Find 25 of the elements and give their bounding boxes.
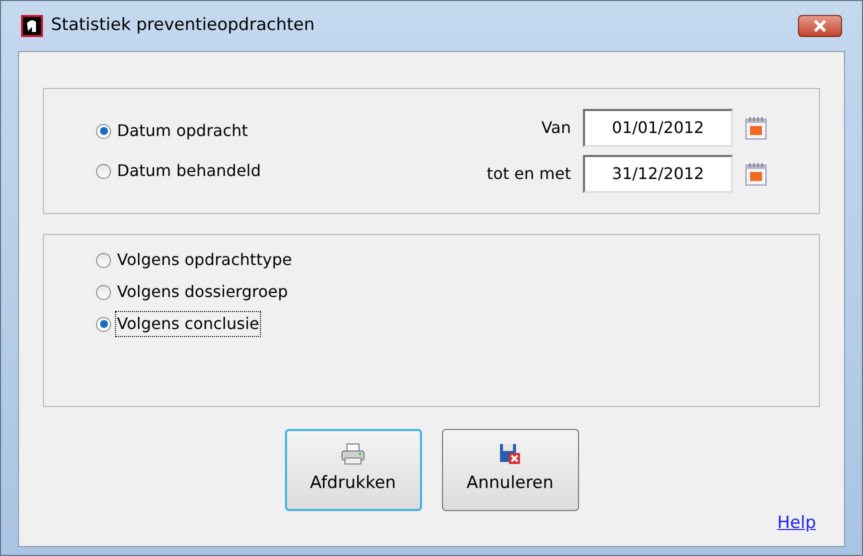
radio-label: Datum behandeld xyxy=(116,160,262,182)
radio-label: Datum opdracht xyxy=(116,120,249,142)
date-field[interactable]: 01/01/2012 xyxy=(583,109,733,147)
window-title: Statistiek preventieopdrachten xyxy=(51,14,315,38)
radio-button[interactable] xyxy=(96,164,111,178)
calendar-icon[interactable] xyxy=(745,162,767,186)
close-icon xyxy=(813,20,827,32)
field-label: tot en met xyxy=(486,163,571,185)
help-link[interactable]: Help xyxy=(777,510,816,536)
radio-button[interactable] xyxy=(96,284,111,300)
cancel-button[interactable]: Annuleren xyxy=(442,429,578,511)
radio-label: Volgens dossiergroep xyxy=(116,281,289,303)
radio-label: Volgens opdrachttype xyxy=(116,249,293,271)
disk-delete-icon xyxy=(499,443,521,466)
calendar-icon[interactable] xyxy=(745,116,767,140)
radio-button[interactable] xyxy=(96,124,111,138)
field-label: Van xyxy=(541,117,571,139)
radio-button[interactable] xyxy=(96,316,111,332)
date-field[interactable]: 31/12/2012 xyxy=(583,155,733,193)
radio-label: Volgens conclusie xyxy=(115,311,262,337)
close-button[interactable] xyxy=(798,15,842,37)
print-button[interactable]: Afdrukken xyxy=(284,429,422,511)
radio-button[interactable] xyxy=(96,252,111,268)
printer-icon xyxy=(341,443,365,466)
app-logo-icon xyxy=(21,15,43,37)
